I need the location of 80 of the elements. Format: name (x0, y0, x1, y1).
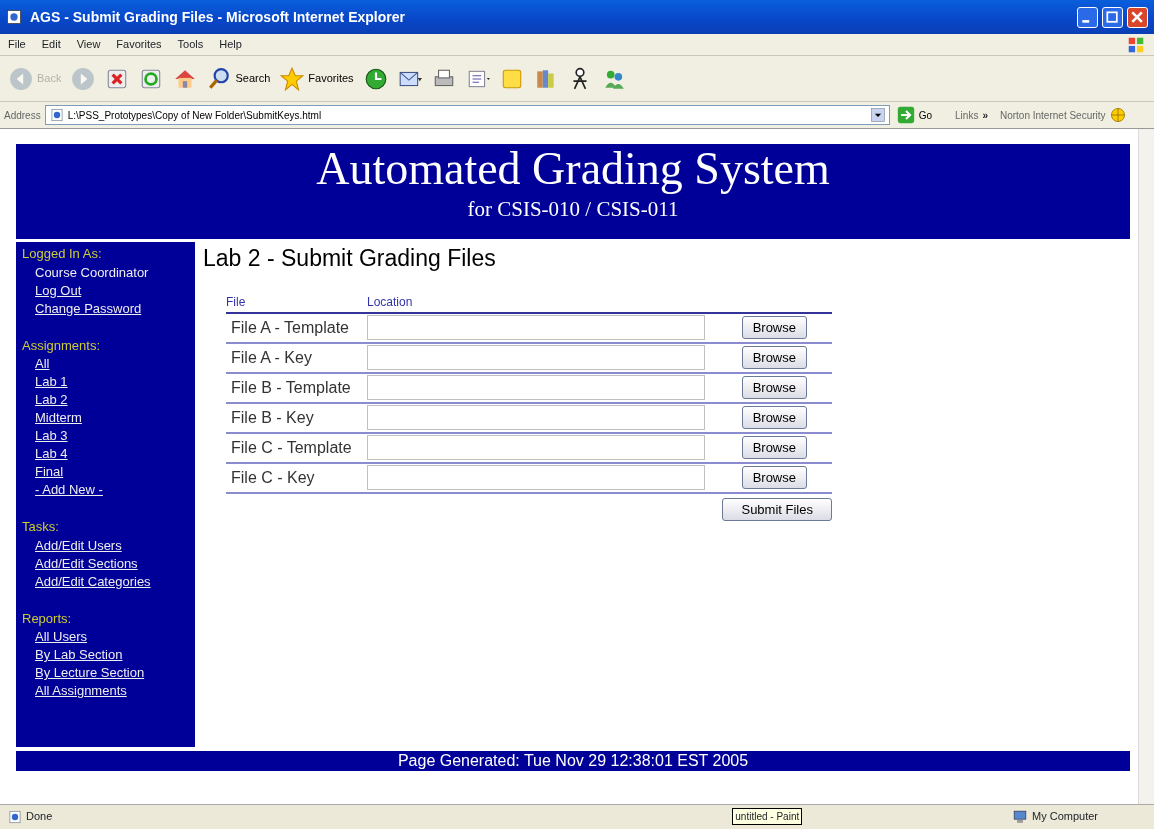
go-arrow-icon (896, 106, 915, 124)
browse-button[interactable]: Browse (741, 435, 807, 460)
site-subtitle: for CSIS-010 / CSIS-011 (467, 196, 679, 223)
sidebar-link[interactable]: Lab 3 (22, 427, 195, 445)
sidebar-link[interactable]: All (22, 355, 195, 373)
toolbar-favorites-button[interactable]: Favorites (277, 64, 357, 93)
column-header: Location (367, 293, 413, 311)
page-icon (49, 108, 64, 122)
file-label: File A - Key (230, 347, 313, 368)
file-label: File C - Key (230, 467, 316, 488)
sidebar-link[interactable]: - Add New - (22, 481, 195, 499)
address-field[interactable]: L:\PSS_Prototypes\Copy of New Folder\SubmitKeys.html (44, 105, 890, 125)
sidebar-link[interactable]: Lab 2 (22, 391, 195, 409)
sidebar-link[interactable]: Add/Edit Categories (22, 572, 195, 591)
sidebar-link[interactable]: Midterm (22, 409, 195, 427)
site-title: Automated Grading System (316, 144, 830, 194)
sidebar-link[interactable]: By Lab Section (22, 646, 195, 664)
search-icon (207, 66, 232, 91)
sidebar-link[interactable]: Final (22, 463, 195, 481)
browse-button[interactable]: Browse (741, 405, 807, 430)
file-label: File B - Template (230, 377, 352, 398)
file-location-field[interactable] (367, 405, 705, 431)
browse-button[interactable]: Browse (741, 465, 807, 490)
file-label: File A - Template (230, 317, 350, 338)
sidebar-link[interactable]: Lab 4 (22, 445, 195, 463)
file-location-field[interactable] (367, 465, 705, 491)
user-role-text: Course Coordinator (34, 263, 150, 282)
file-location-field[interactable] (367, 315, 705, 341)
sidebar-link[interactable]: Add/Edit Sections (22, 554, 195, 573)
menu-item[interactable]: Favorites (108, 36, 170, 53)
file-label: File B - Key (230, 407, 315, 428)
norton-toolbar-label[interactable]: Norton Internet Security (999, 107, 1106, 123)
sidebar-link[interactable]: By Lecture Section (22, 664, 195, 682)
sidebar-link[interactable]: All Users (22, 628, 195, 646)
menu-item[interactable]: Help (211, 36, 250, 53)
menu-item[interactable]: Edit (33, 36, 69, 53)
column-header: File (226, 293, 247, 311)
sidebar-link[interactable]: Change Password (22, 299, 195, 318)
menu-item[interactable]: Tools (169, 36, 212, 53)
more-links-chevron[interactable]: » (982, 107, 988, 123)
norton-globe-icon[interactable] (1109, 107, 1126, 123)
go-button[interactable]: Go (893, 104, 936, 126)
sidebar-link[interactable]: All Assignments (22, 682, 195, 700)
toolbar-search-button[interactable]: Search (204, 64, 274, 93)
browser-icon (6, 9, 22, 25)
sidebar-heading: Reports: (22, 609, 73, 628)
browse-button[interactable]: Browse (741, 315, 807, 340)
file-label: File C - Template (230, 437, 353, 458)
browse-button[interactable]: Browse (741, 375, 807, 400)
scrollbar[interactable] (1138, 129, 1154, 804)
links-label[interactable]: Links (955, 107, 979, 123)
menu-item[interactable]: File (0, 36, 34, 53)
sidebar-link[interactable]: Lab 1 (22, 373, 195, 391)
clock-icon (363, 66, 388, 91)
page-heading: Lab 2 - Submit Grading Files (203, 245, 497, 273)
dropdown-icon[interactable] (870, 108, 885, 122)
menu-item[interactable]: View (68, 36, 109, 53)
sidebar-link[interactable]: Log Out (22, 281, 195, 300)
page-generated-text: Page Generated: Tue Nov 29 12:38:01 EST 2005 (397, 752, 749, 769)
file-location-field[interactable] (367, 375, 705, 401)
close-button[interactable] (1127, 6, 1148, 28)
tooltip: untitled - Paint (732, 808, 803, 825)
file-location-field[interactable] (367, 345, 705, 371)
browse-button[interactable]: Browse (741, 345, 807, 370)
maximize-button[interactable] (1102, 6, 1123, 28)
submit-files-button[interactable]: Submit Files (722, 497, 832, 522)
status-text: Done (26, 809, 53, 825)
address-url: L:\PSS_Prototypes\Copy of New Folder\SubmitKeys.html (67, 108, 322, 123)
minimize-button[interactable] (1077, 6, 1098, 28)
computer-icon (1011, 808, 1028, 825)
sidebar-link[interactable]: Add/Edit Users (22, 536, 195, 555)
file-location-field[interactable] (367, 435, 705, 461)
window-title: AGS - Submit Grading Files - Microsoft Internet Explorer (30, 7, 405, 27)
sidebar-heading: Assignments: (22, 336, 102, 355)
page-icon (8, 809, 22, 824)
star-icon (280, 66, 305, 91)
sidebar-heading: Tasks: (22, 518, 60, 536)
sidebar-heading: Logged In As: (22, 245, 103, 263)
address-label: Address (4, 108, 41, 123)
zone-text: My Computer (1031, 809, 1098, 825)
